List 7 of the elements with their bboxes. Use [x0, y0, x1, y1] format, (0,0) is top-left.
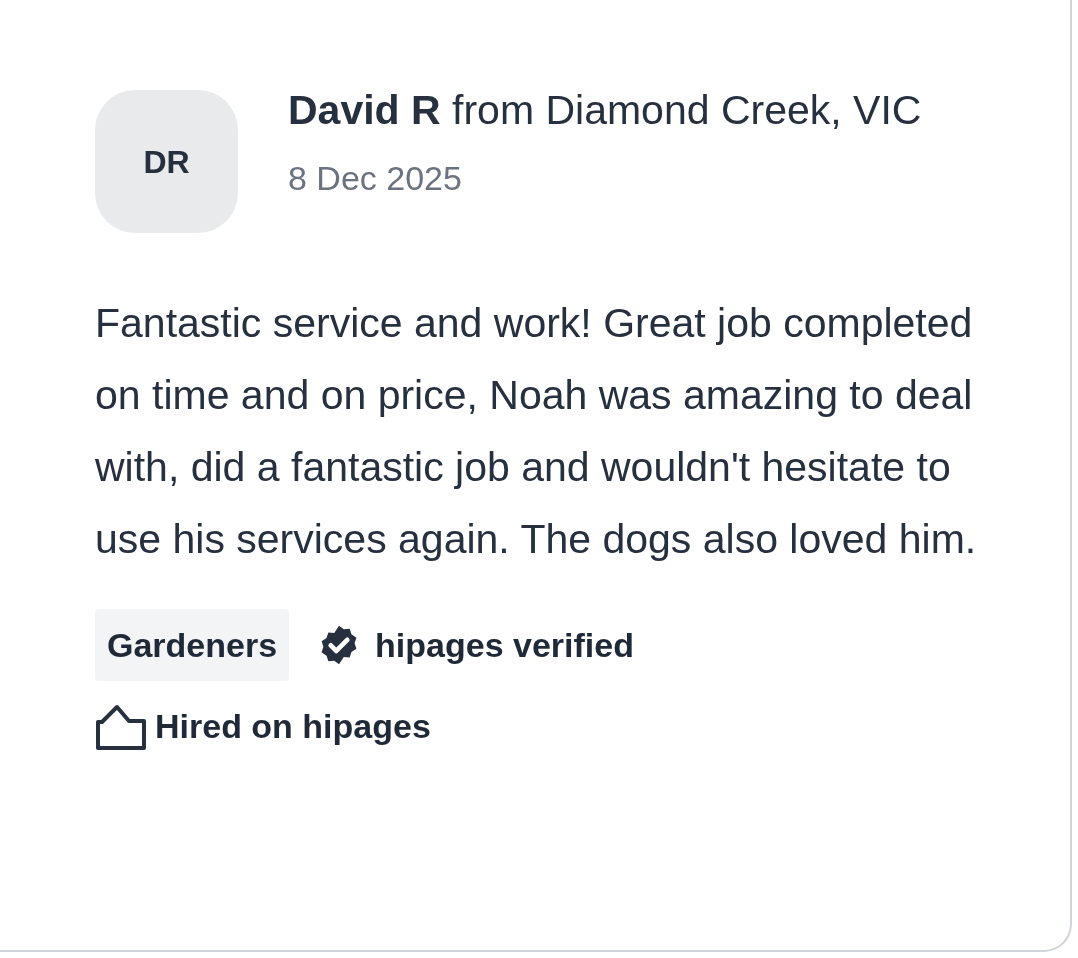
- avatar-initials: DR: [143, 142, 190, 182]
- review-date: 8 Dec 2025: [288, 158, 463, 199]
- review-text: Fantastic service and work! Great job completed on time and on price, Noah was amazing to deal with, did a fantastic job and wouldn't hesitate to use his services again. The dogs also loved him.: [95, 299, 978, 564]
- hired-label: Hired on hipages: [155, 706, 431, 747]
- category-tag: Gardeners: [95, 609, 290, 681]
- verified-label: hipages verified: [375, 624, 634, 666]
- reviewer-name: David R from Diamond Creek, VIC: [288, 86, 923, 135]
